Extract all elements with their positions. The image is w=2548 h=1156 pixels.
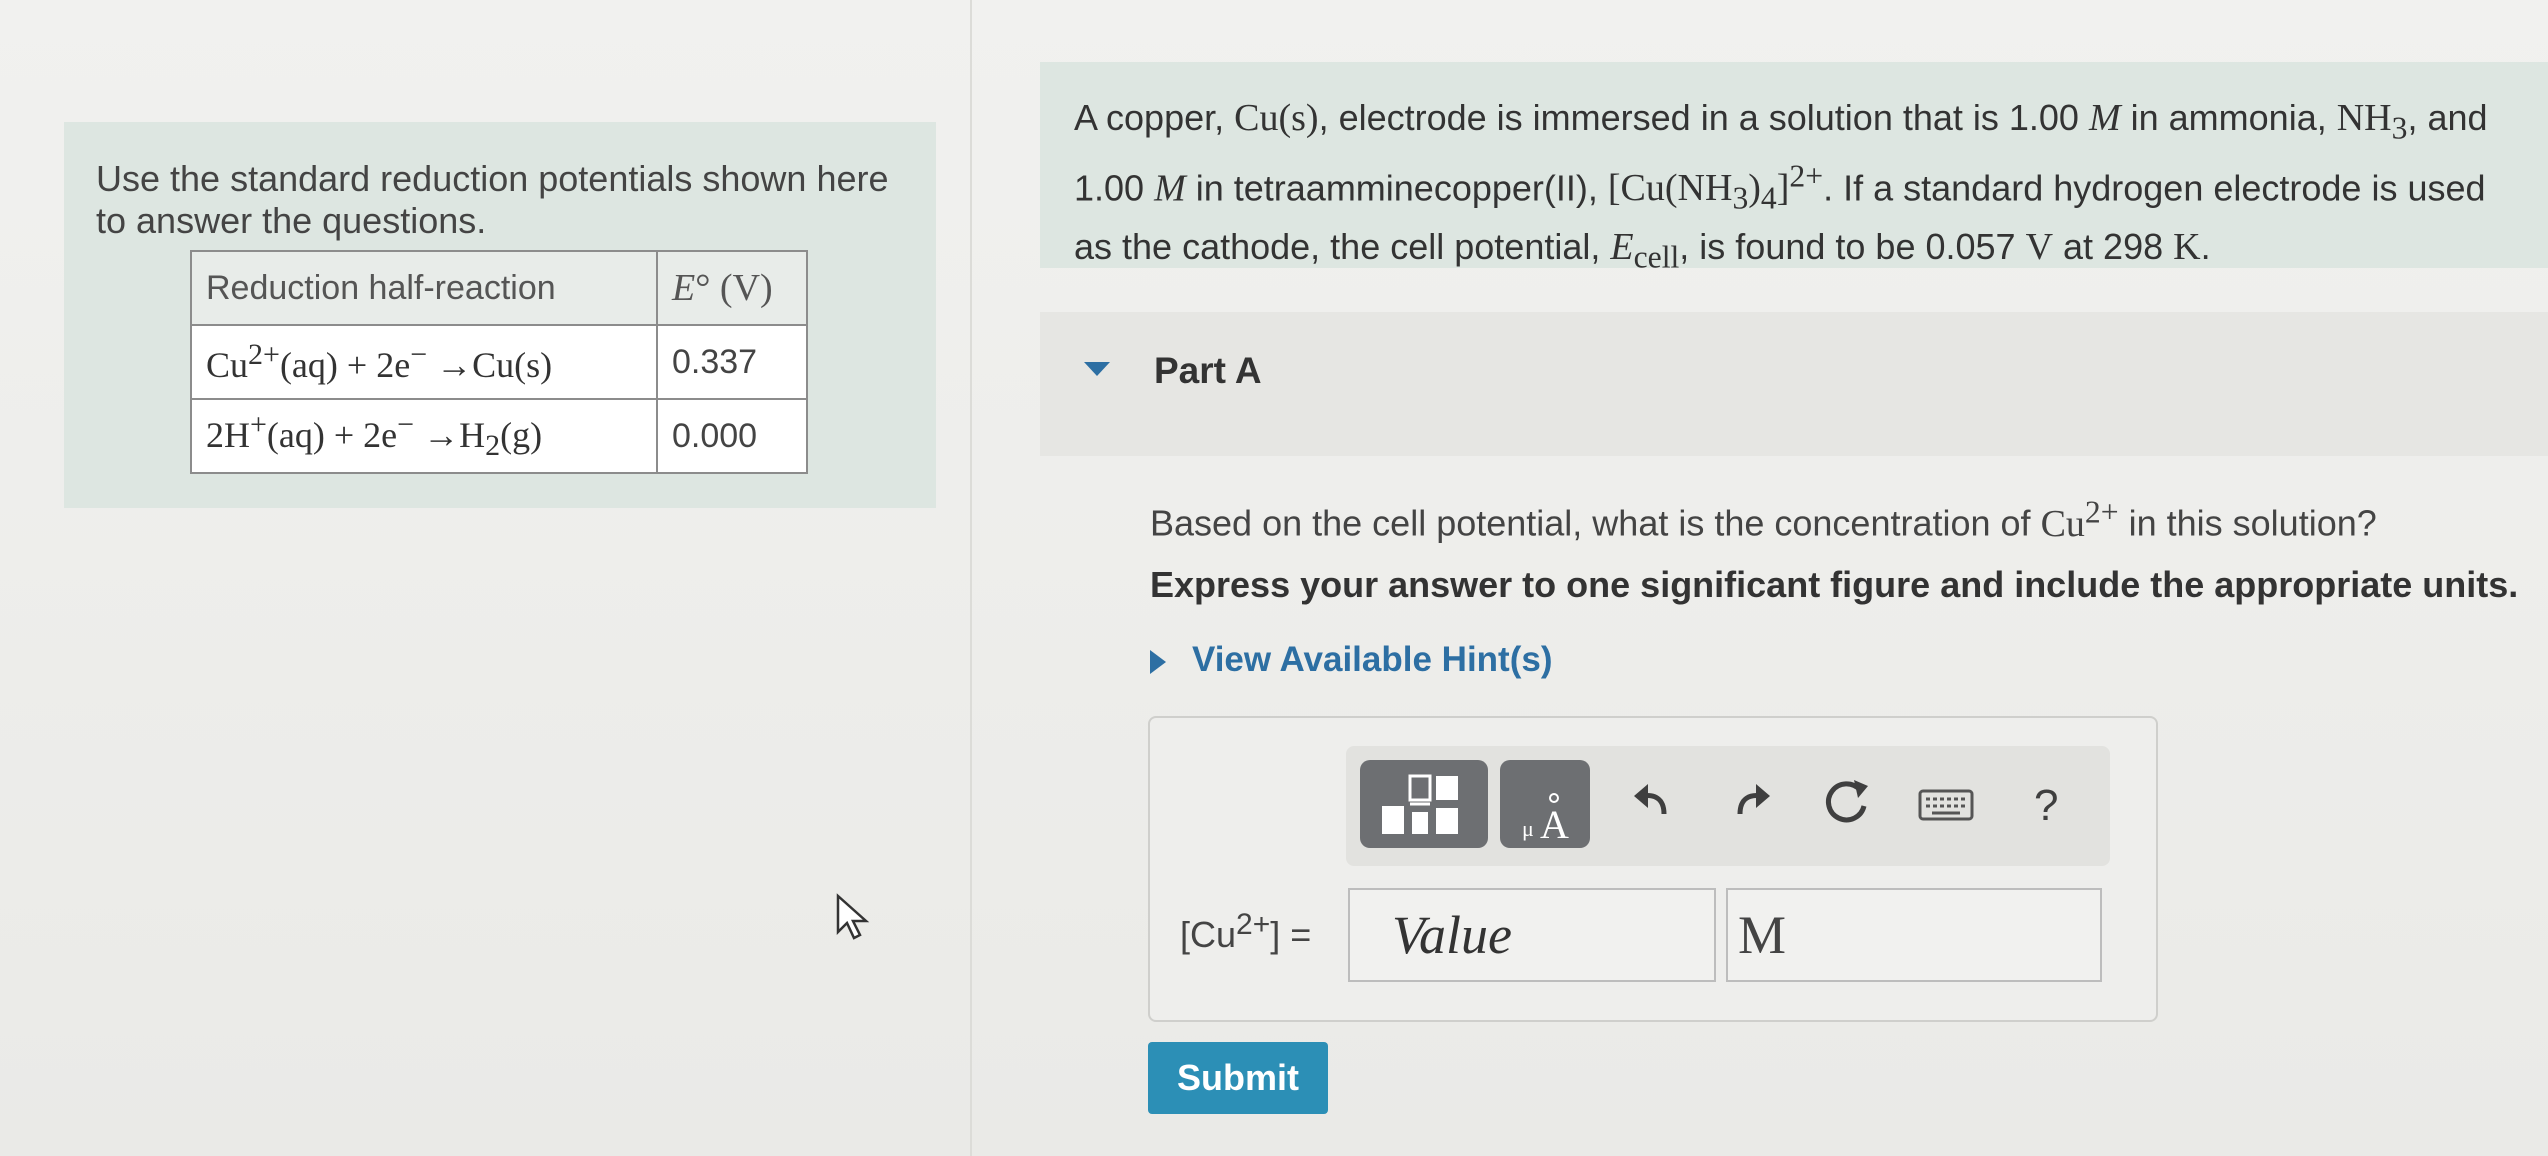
panel-divider (970, 0, 972, 1156)
reset-button[interactable] (1820, 776, 1874, 843)
undo-button[interactable] (1628, 776, 1678, 839)
undo-icon (1634, 784, 1667, 815)
svg-text:A: A (1540, 802, 1569, 847)
table-row: Cu2+(aq) + 2e− →Cu(s) 0.337 (190, 324, 808, 400)
part-title: Part A (1154, 350, 1262, 391)
answer-instruction: Express your answer to one significant f… (1150, 564, 2519, 605)
svg-text:μ: μ (1522, 816, 1534, 841)
collapse-caret-icon[interactable] (1084, 362, 1110, 376)
keyboard-button[interactable] (1918, 776, 1974, 836)
page: Use the standard reduction potentials sh… (0, 0, 2548, 1156)
help-button[interactable]: ? (2034, 776, 2058, 836)
keyboard-icon (1918, 789, 1974, 821)
problem-statement: A copper, Cu(s), electrode is immersed i… (1074, 97, 2488, 275)
submit-button[interactable]: Submit (1148, 1042, 1328, 1114)
part-a-header[interactable] (1040, 312, 2548, 456)
reset-icon (1826, 780, 1868, 823)
header-reduction-half-reaction: Reduction half-reaction (190, 250, 658, 326)
help-icon: ? (2034, 781, 2059, 830)
reduction-potentials-table: Reduction half-reaction E° (V) Cu2+(aq) … (190, 250, 808, 474)
templates-button[interactable] (1360, 760, 1488, 848)
mouse-cursor-icon (836, 893, 870, 940)
table-row: 2H+(aq) + 2e− →H2(g) 0.000 (190, 398, 808, 474)
header-standard-potential: E° (V) (656, 250, 808, 326)
potential-cell: 0.000 (656, 398, 808, 474)
view-hints-link[interactable]: View Available Hint(s) (1192, 640, 1552, 680)
question-text: Based on the cell potential, what is the… (1150, 494, 2377, 545)
reference-intro: Use the standard reduction potentials sh… (96, 158, 889, 241)
templates-icon (1382, 774, 1458, 834)
units-input[interactable] (1726, 888, 2102, 982)
expand-caret-icon[interactable] (1150, 650, 1166, 674)
reaction-cell: 2H+(aq) + 2e− →H2(g) (190, 398, 658, 474)
potential-cell: 0.337 (656, 324, 808, 400)
redo-icon (1737, 784, 1770, 815)
units-button[interactable]: μ A (1500, 760, 1590, 848)
value-input[interactable] (1348, 888, 1716, 982)
reaction-cell: Cu2+(aq) + 2e− →Cu(s) (190, 324, 658, 400)
answer-label: [Cu2+] = (1180, 908, 1312, 955)
table-header-row: Reduction half-reaction E° (V) (190, 250, 808, 326)
redo-button[interactable] (1726, 776, 1776, 839)
units-angstrom-icon: μ A (1522, 793, 1569, 847)
